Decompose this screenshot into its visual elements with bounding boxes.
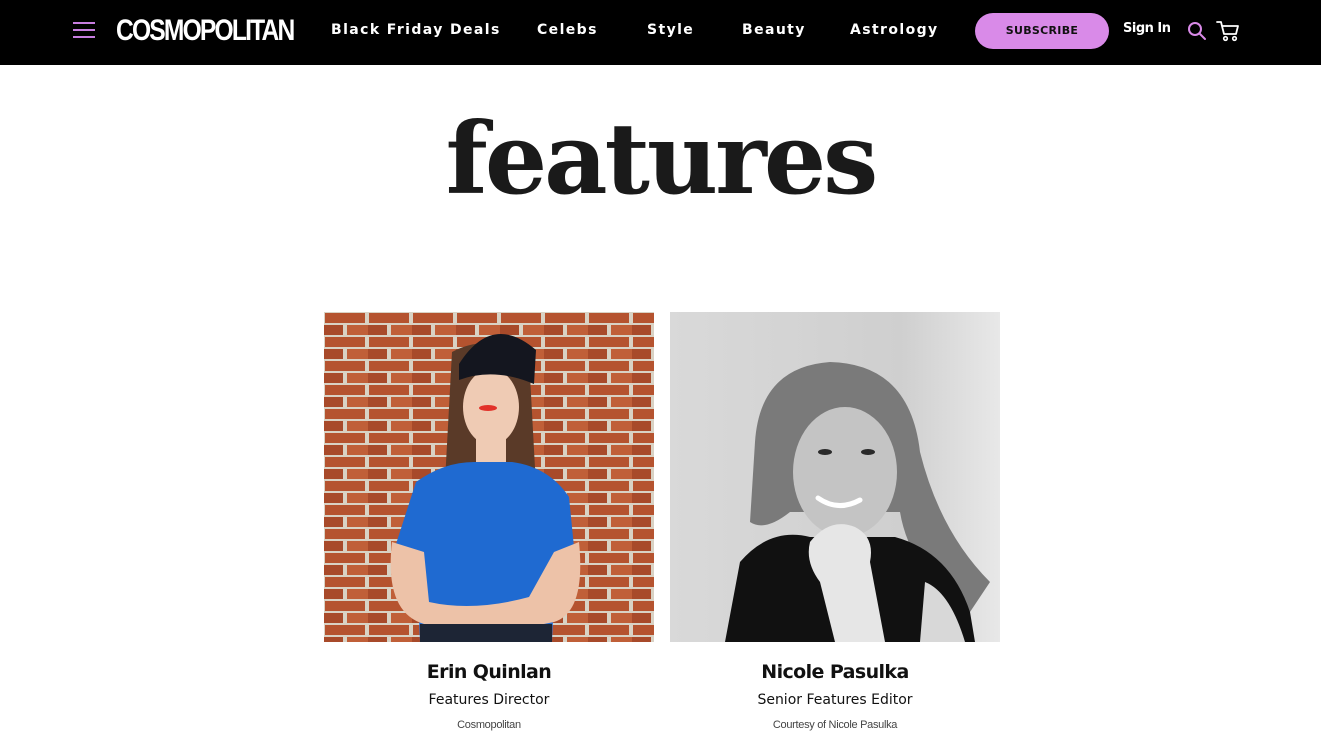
site-header: COSMOPOLITAN Black Friday Deals Celebs S… [0,0,1321,65]
subscribe-button[interactable]: SUBSCRIBE [975,13,1109,49]
nav-item-celebs[interactable]: Celebs [537,21,598,39]
nav-item-astrology[interactable]: Astrology [850,21,939,39]
person-photo[interactable] [324,312,654,642]
person-role: Features Director [428,692,550,708]
page-title: features [445,102,879,217]
photo-credit: Cosmopolitan [457,719,521,731]
cart-icon[interactable] [1216,20,1240,42]
photo-credit: Courtesy of Nicole Pasulka [772,719,898,731]
nav-item-style[interactable]: Style [647,21,694,39]
person-card: Nicole Pasulka Senior Features Editor Co… [670,312,1000,732]
sign-in-link[interactable]: Sign In [1123,20,1171,38]
nav-item-black-friday-deals[interactable]: Black Friday Deals [331,21,501,39]
nav-item-beauty[interactable]: Beauty [742,21,806,39]
person-role: Senior Features Editor [757,692,913,708]
person-photo[interactable] [670,312,1000,642]
person-name[interactable]: Erin Quinlan [324,660,654,684]
person-name[interactable]: Nicole Pasulka [670,660,1000,684]
search-icon[interactable] [1187,21,1207,41]
person-card: Erin Quinlan Features Director Cosmopoli… [324,312,654,732]
